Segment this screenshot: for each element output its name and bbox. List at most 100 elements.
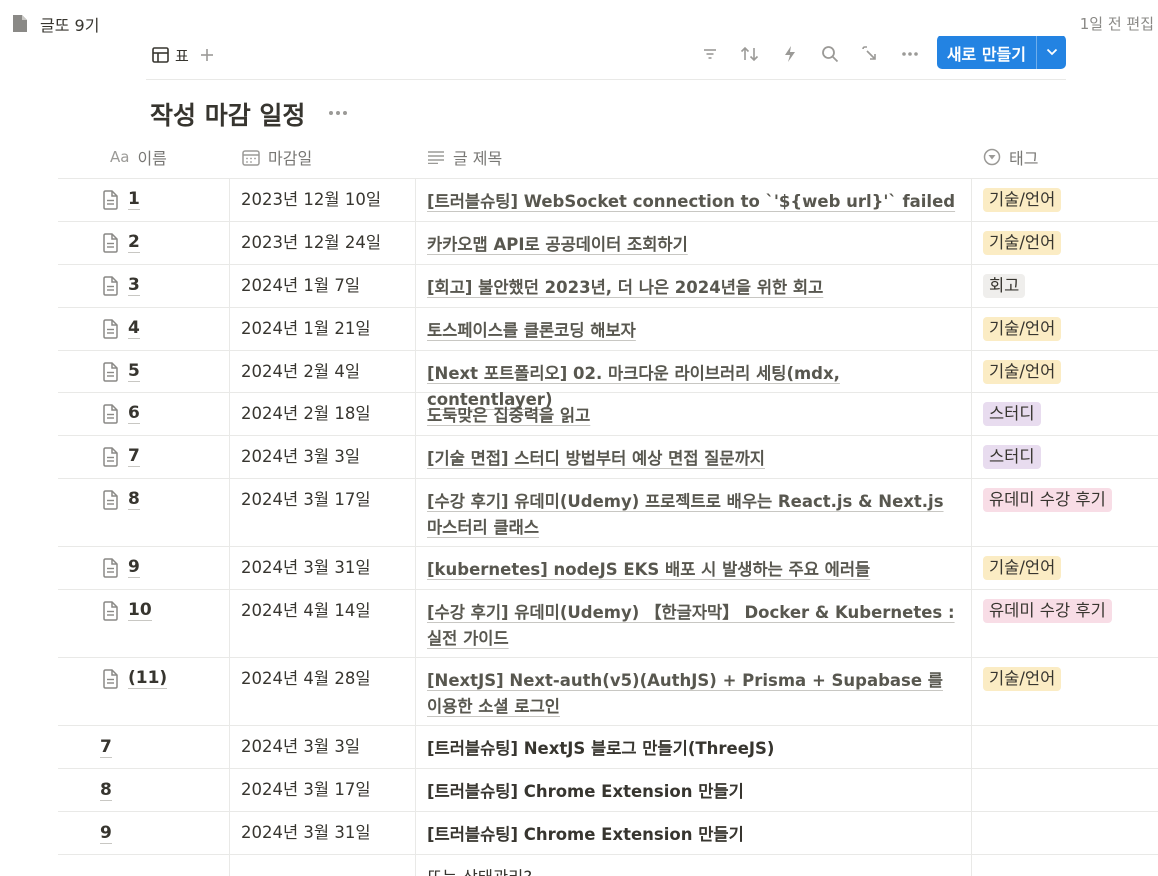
cell-tag[interactable]: 회고: [971, 265, 1158, 307]
column-header-title[interactable]: 글 제목: [427, 135, 502, 179]
row-name[interactable]: 4: [128, 318, 140, 339]
filter-icon[interactable]: [697, 41, 723, 67]
tag-chip[interactable]: 유데미 수강 후기: [983, 599, 1112, 623]
row-name[interactable]: 5: [128, 361, 140, 382]
cell-title[interactable]: [기술 면접] 스터디 방법부터 예상 면접 질문까지: [415, 436, 971, 478]
cell-deadline[interactable]: 2024년 3월 3일: [229, 436, 415, 478]
row-name[interactable]: 7: [100, 737, 112, 758]
cell-title[interactable]: 또는 상태관리?: [415, 855, 971, 876]
cell-deadline[interactable]: 2024년 1월 21일: [229, 308, 415, 350]
table-row[interactable]: 9 2024년 3월 31일 [kubernetes] nodeJS EKS 배포 …: [58, 547, 1158, 590]
cell-deadline[interactable]: 2024년 3월 3일: [229, 726, 415, 768]
cell-tag[interactable]: 스터디: [971, 436, 1158, 478]
cell-title[interactable]: [NextJS] Next-auth(v5)(AuthJS) + Prisma …: [415, 658, 971, 725]
cell-name[interactable]: 1: [58, 179, 229, 221]
chevron-down-icon[interactable]: [1036, 36, 1066, 69]
table-row[interactable]: 1 2023년 12월 10일 [트러블슈팅] WebSocket connecti…: [58, 179, 1158, 222]
cell-title[interactable]: [Next 포트폴리오] 02. 마크다운 라이브러리 세팅(mdx, cont…: [415, 351, 971, 409]
cell-title[interactable]: [트러블슈팅] WebSocket connection to `'${web …: [415, 179, 971, 221]
automation-icon[interactable]: [777, 41, 803, 67]
view-tab-table[interactable]: 표: [152, 45, 189, 66]
cell-name[interactable]: (11): [58, 658, 229, 725]
cell-name[interactable]: [58, 855, 229, 876]
row-name[interactable]: (11): [128, 668, 168, 689]
cell-tag[interactable]: 유데미 수강 후기: [971, 479, 1158, 546]
column-header-name[interactable]: Aa 이름: [110, 135, 167, 179]
column-header-tag[interactable]: 태그: [983, 135, 1038, 179]
cell-name[interactable]: 9: [58, 547, 229, 589]
row-name[interactable]: 3: [128, 275, 140, 296]
post-title[interactable]: [NextJS] Next-auth(v5)(AuthJS) + Prisma …: [427, 671, 943, 716]
expand-icon[interactable]: [857, 41, 883, 67]
post-title[interactable]: [트러블슈팅] Chrome Extension 만들기: [427, 782, 744, 801]
cell-deadline[interactable]: 2023년 12월 24일: [229, 222, 415, 264]
row-name[interactable]: 8: [128, 489, 140, 510]
cell-name[interactable]: 7: [58, 436, 229, 478]
row-name[interactable]: 1: [128, 189, 140, 210]
table-row[interactable]: 8 2024년 3월 17일 [수강 후기] 유데미(Udemy) 프로젝트로 배우…: [58, 479, 1158, 547]
row-name[interactable]: 2: [128, 232, 140, 253]
database-more-icon[interactable]: [325, 100, 351, 126]
cell-deadline[interactable]: 2024년 4월 28일: [229, 658, 415, 725]
cell-deadline[interactable]: 2024년 3월 17일: [229, 479, 415, 546]
table-row[interactable]: 7 2024년 3월 3일 [기술 면접] 스터디 방법부터 예상 면접 질문까지 스…: [58, 436, 1158, 479]
cell-title[interactable]: 토스페이스를 클론코딩 해보자: [415, 308, 971, 350]
cell-deadline[interactable]: 2024년 4월 14일: [229, 590, 415, 657]
post-title[interactable]: [kubernetes] nodeJS EKS 배포 시 발생하는 주요 에러들: [427, 560, 870, 579]
cell-deadline[interactable]: 2024년 3월 31일: [229, 547, 415, 589]
cell-title[interactable]: [회고] 불안했던 2023년, 더 나은 2024년을 위한 회고: [415, 265, 971, 307]
post-title[interactable]: [트러블슈팅] NextJS 블로그 만들기(ThreeJS): [427, 739, 774, 758]
post-title[interactable]: [수강 후기] 유데미(Udemy) 【한글자막】 Docker & Kuber…: [427, 603, 955, 648]
post-title[interactable]: 또는 상태관리?: [427, 868, 532, 876]
cell-title[interactable]: 도둑맞은 집중력을 읽고: [415, 393, 971, 435]
cell-deadline[interactable]: [229, 855, 415, 876]
tag-chip[interactable]: 기술/언어: [983, 188, 1062, 212]
breadcrumb-page-title[interactable]: 글또 9기: [40, 12, 99, 36]
cell-name[interactable]: 9: [58, 812, 229, 854]
table-row[interactable]: 2 2023년 12월 24일 카카오맵 API로 공공데이터 조회하기 기술/언어: [58, 222, 1158, 265]
cell-deadline[interactable]: 2024년 2월 18일: [229, 393, 415, 435]
cell-tag[interactable]: 유데미 수강 후기: [971, 590, 1158, 657]
row-name[interactable]: 10: [128, 600, 152, 621]
cell-name[interactable]: 6: [58, 393, 229, 435]
cell-name[interactable]: 2: [58, 222, 229, 264]
table-row[interactable]: 7 2024년 3월 3일 [트러블슈팅] NextJS 블로그 만들기(Three…: [58, 726, 1158, 769]
cell-tag[interactable]: 기술/언어: [971, 308, 1158, 350]
column-header-deadline[interactable]: 마감일: [242, 135, 312, 179]
table-row[interactable]: 8 2024년 3월 17일 [트러블슈팅] Chrome Extension 만들…: [58, 769, 1158, 812]
cell-tag[interactable]: 기술/언어: [971, 351, 1158, 392]
tag-chip[interactable]: 스터디: [983, 402, 1041, 426]
cell-name[interactable]: 5: [58, 351, 229, 392]
table-row[interactable]: 3 2024년 1월 7일 [회고] 불안했던 2023년, 더 나은 2024년을…: [58, 265, 1158, 308]
post-title[interactable]: [기술 면접] 스터디 방법부터 예상 면접 질문까지: [427, 449, 765, 468]
post-title[interactable]: 카카오맵 API로 공공데이터 조회하기: [427, 235, 688, 254]
row-name[interactable]: 8: [100, 780, 112, 801]
cell-title[interactable]: [수강 후기] 유데미(Udemy) 프로젝트로 배우는 React.js & …: [415, 479, 971, 546]
more-icon[interactable]: [897, 41, 923, 67]
database-title[interactable]: 작성 마감 일정: [150, 96, 305, 132]
tag-chip[interactable]: 회고: [983, 274, 1026, 298]
cell-deadline[interactable]: 2024년 1월 7일: [229, 265, 415, 307]
cell-title[interactable]: [트러블슈팅] Chrome Extension 만들기: [415, 812, 971, 854]
cell-name[interactable]: 4: [58, 308, 229, 350]
row-name[interactable]: 7: [128, 446, 140, 467]
post-title[interactable]: [트러블슈팅] WebSocket connection to `'${web …: [427, 192, 955, 211]
post-title[interactable]: [회고] 불안했던 2023년, 더 나은 2024년을 위한 회고: [427, 278, 823, 297]
cell-tag[interactable]: [971, 726, 1158, 768]
tag-chip[interactable]: 스터디: [983, 445, 1041, 469]
cell-name[interactable]: 10: [58, 590, 229, 657]
table-row[interactable]: 6 2024년 2월 18일 도둑맞은 집중력을 읽고 스터디: [58, 393, 1158, 436]
table-row[interactable]: 5 2024년 2월 4일 [Next 포트폴리오] 02. 마크다운 라이브러리 …: [58, 351, 1158, 409]
cell-tag[interactable]: [971, 812, 1158, 854]
cell-tag[interactable]: 기술/언어: [971, 222, 1158, 264]
row-name[interactable]: 6: [128, 403, 140, 424]
table-row[interactable]: 10 2024년 4월 14일 [수강 후기] 유데미(Udemy) 【한글자막】 …: [58, 590, 1158, 658]
sort-icon[interactable]: [737, 41, 763, 67]
cell-name[interactable]: 8: [58, 769, 229, 811]
tag-chip[interactable]: 기술/언어: [983, 667, 1062, 691]
post-title[interactable]: [트러블슈팅] Chrome Extension 만들기: [427, 825, 744, 844]
cell-deadline[interactable]: 2024년 3월 17일: [229, 769, 415, 811]
table-row[interactable]: 9 2024년 3월 31일 [트러블슈팅] Chrome Extension 만들…: [58, 812, 1158, 855]
cell-deadline[interactable]: 2023년 12월 10일: [229, 179, 415, 221]
tag-chip[interactable]: 유데미 수강 후기: [983, 488, 1112, 512]
